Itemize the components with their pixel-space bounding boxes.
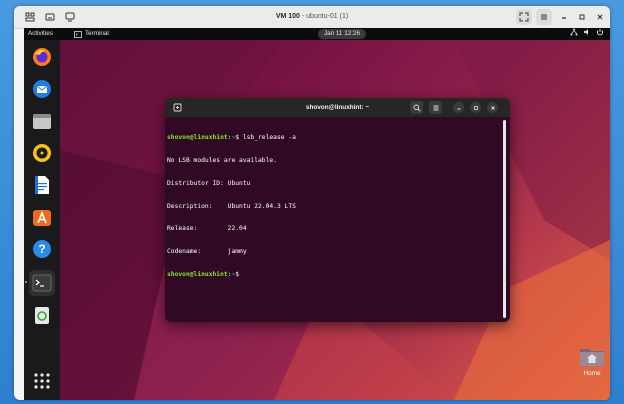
show-apps-icon [34,373,50,389]
vm-minimize-button[interactable] [556,9,572,25]
maximize-icon [473,105,478,110]
terminal-line: Codename: jammy [167,248,247,256]
prompt-user: shovon@linuxhint: [167,270,232,278]
terminal-line: Release: 22.04 [167,225,247,233]
dock-rhythmbox[interactable] [31,142,53,164]
svg-text:?: ? [38,242,45,256]
vm-hamburger-button[interactable] [536,9,552,25]
maximize-icon [579,14,585,20]
thunderbird-icon [33,80,51,98]
writer-icon [35,176,49,194]
minimize-icon [562,17,566,19]
terminal-window[interactable]: shovon@linuxhint: ~ shovon@linuxhint:~$ … [165,98,510,322]
expand-icon [519,12,529,22]
vm-close-button[interactable] [592,9,608,25]
dock-firefox[interactable] [31,46,53,68]
dock-files[interactable] [31,110,53,132]
terminal-header-bar: shovon@linuxhint: ~ [165,98,510,117]
activities-button[interactable]: Activities [28,28,53,40]
hamburger-icon [433,105,438,110]
close-icon [490,105,495,110]
terminal-output[interactable]: shovon@linuxhint:~$ lsb_release -a No LS… [167,119,497,294]
trash-icon [35,307,49,324]
gnome-top-bar: Activities Terminal Jan 11 12:26 [24,28,610,40]
vm-title-bar: VM 100 - ubuntu-01 (1) [14,6,610,29]
vm-maximize-button[interactable] [574,9,590,25]
help-icon: ? [33,240,51,258]
search-icon [413,104,421,112]
dock-terminal[interactable] [29,270,55,296]
files-icon [33,114,51,129]
system-tray[interactable] [570,28,604,36]
terminal-close-button[interactable] [487,102,498,113]
menu-icon [541,14,547,20]
command-text [239,271,243,278]
network-icon [570,28,578,36]
terminal-search-button[interactable] [410,101,423,114]
app-menu[interactable]: Terminal [74,28,109,40]
dock-writer[interactable] [31,174,53,196]
terminal-small-icon [74,30,82,38]
home-folder-icon [580,349,604,366]
vm-fullscreen-button[interactable] [516,9,532,25]
show-apps-button[interactable] [31,370,53,392]
vm-viewer-window: VM 100 - ubuntu-01 (1) Activities Termin… [14,6,610,400]
vm-title-host: - ubuntu-01 (1) [299,13,349,20]
volume-icon [584,29,588,35]
dock-thunderbird[interactable] [31,78,53,100]
minimize-icon [457,108,460,109]
firefox-icon [33,48,51,66]
dock-trash[interactable] [31,304,53,326]
dock-help[interactable]: ? [31,238,53,260]
terminal-line: shovon@linuxhint:~$ lsb_release -a [167,134,497,142]
power-icon [596,29,604,36]
terminal-line: No LSB modules are available. [167,156,277,164]
close-icon [597,14,603,20]
software-icon [33,210,51,226]
terminal-line: Description: Ubuntu 22.04.3 LTS [167,202,296,210]
terminal-scrollbar[interactable] [503,120,506,318]
home-label: Home [583,370,601,377]
ubuntu-dock: ? [24,40,60,400]
clock[interactable]: Jan 11 12:26 [318,29,366,39]
home-desktop-icon[interactable]: Home [576,344,608,377]
app-menu-label: Terminal [85,30,109,37]
terminal-icon [32,274,52,292]
dock-software[interactable] [31,206,53,228]
prompt-user: shovon@linuxhint: [167,134,232,142]
terminal-maximize-button[interactable] [470,102,481,113]
command-text: lsb_release -a [239,134,296,142]
rhythmbox-icon [33,144,51,162]
terminal-menu-button[interactable] [429,101,442,114]
vm-title-name: VM 100 [275,13,300,20]
terminal-minimize-button[interactable] [453,102,464,113]
terminal-line: shovon@linuxhint:~$ [167,271,497,279]
running-indicator [25,281,27,283]
guest-screen[interactable]: Activities Terminal Jan 11 12:26 ? shovo… [24,28,610,400]
terminal-line: Distributor ID: Ubuntu [167,179,251,187]
